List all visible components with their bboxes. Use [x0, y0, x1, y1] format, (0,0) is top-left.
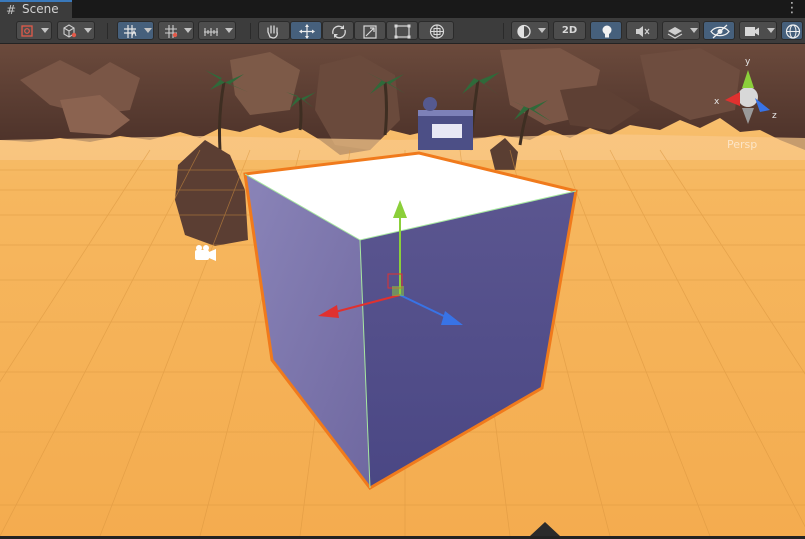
tab-scene-label: Scene — [22, 2, 59, 16]
chevron-down-icon — [84, 28, 92, 33]
move-tool[interactable] — [290, 21, 322, 40]
move-arrows-icon — [299, 24, 315, 39]
shading-mode-dropdown[interactable] — [511, 21, 549, 40]
hidden-objects-toggle[interactable] — [703, 21, 735, 40]
tab-scene[interactable]: # Scene — [0, 0, 72, 18]
transform-all-icon — [429, 24, 445, 39]
projection-label[interactable]: Persp — [727, 138, 757, 151]
chevron-down-icon — [144, 28, 152, 33]
gizmo-globe-icon — [785, 24, 801, 39]
chevron-down-icon — [538, 28, 546, 33]
camera-dropdown[interactable] — [739, 21, 777, 40]
toolbar-divider — [107, 23, 108, 39]
grid-snap-toggle[interactable] — [117, 21, 154, 40]
chevron-down-icon — [767, 28, 775, 33]
chevron-down-icon — [225, 28, 233, 33]
rect-tool[interactable] — [386, 21, 418, 40]
transform-tool[interactable] — [418, 21, 454, 40]
grid-dropdown[interactable] — [158, 21, 194, 40]
chevron-down-icon — [41, 28, 49, 33]
audio-toggle[interactable] — [626, 21, 658, 40]
vertical-dots-icon[interactable]: ⋮ — [785, 1, 799, 15]
lighting-toggle[interactable] — [590, 21, 622, 40]
scale-tool[interactable] — [354, 21, 386, 40]
toolbar-divider — [250, 23, 251, 39]
gizmos-toggle[interactable] — [781, 21, 803, 40]
scene-toolbar: 2D — [0, 18, 805, 44]
eye-slash-icon — [710, 24, 730, 39]
scene-viewport[interactable]: y x z Persp — [0, 44, 805, 536]
hand-tool[interactable] — [258, 21, 290, 40]
gizmo-y-label: y — [745, 57, 751, 67]
hand-icon — [267, 25, 278, 39]
hash-grid-icon: # — [6, 3, 17, 17]
scene-canvas: y x z — [0, 44, 805, 536]
rotate-icon — [332, 25, 346, 39]
rect-transform-icon — [394, 24, 411, 39]
speaker-muted-icon — [636, 26, 650, 37]
chevron-down-icon — [184, 28, 192, 33]
window-tab-bar: # Scene ⋮ — [0, 0, 805, 18]
effects-dropdown[interactable] — [662, 21, 700, 40]
scale-icon — [363, 25, 377, 39]
toolbar-divider — [503, 23, 504, 39]
gizmo-x-label: x — [714, 97, 720, 107]
gizmo-z-label: z — [772, 111, 777, 121]
increment-snap-dropdown[interactable] — [198, 21, 236, 40]
draw-mode-dropdown[interactable] — [16, 21, 52, 40]
2d-toggle[interactable]: 2D — [553, 21, 586, 40]
render-shading-dropdown[interactable] — [57, 21, 95, 40]
rotate-tool[interactable] — [322, 21, 354, 40]
lightbulb-icon — [602, 25, 612, 38]
chevron-down-icon — [690, 28, 698, 33]
